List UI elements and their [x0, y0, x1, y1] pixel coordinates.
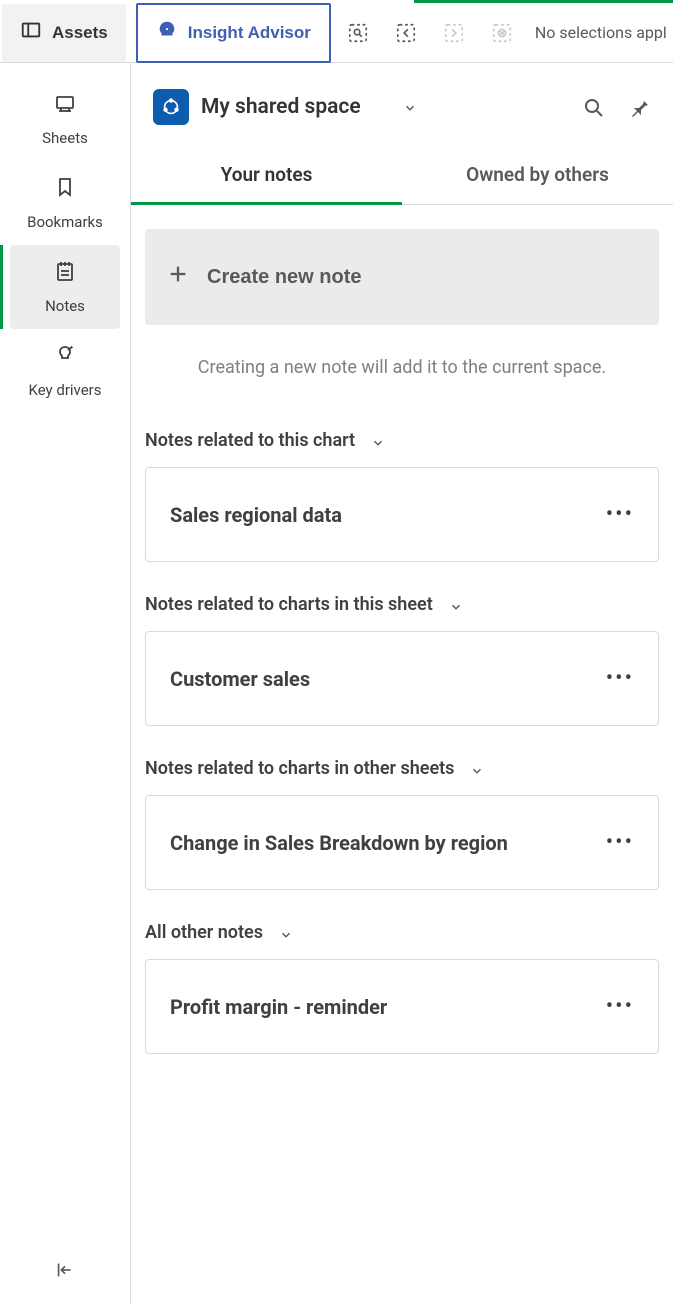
assets-label: Assets [52, 23, 108, 43]
note-more-icon[interactable]: ••• [606, 830, 634, 855]
top-toolbar: Assets Insight Advisor [0, 0, 673, 63]
sidebar-item-sheets[interactable]: Sheets [10, 77, 120, 161]
section-related-other-sheets: Notes related to charts in other sheets … [145, 754, 659, 890]
main: Sheets Bookmarks Notes [0, 63, 673, 1304]
collapse-sidebar-button[interactable] [0, 1236, 130, 1304]
section-header[interactable]: Notes related to charts in this sheet [145, 590, 659, 631]
clear-selections-icon [491, 22, 513, 44]
plus-icon [167, 263, 189, 291]
note-card[interactable]: Sales regional data ••• [145, 467, 659, 562]
section-title: All other notes [145, 922, 263, 943]
tab-label: Your notes [221, 163, 313, 186]
note-more-icon[interactable]: ••• [606, 994, 634, 1019]
sidebar-item-label: Notes [45, 297, 85, 315]
note-title: Profit margin - reminder [170, 995, 387, 1019]
space-title: My shared space [201, 95, 361, 119]
section-header[interactable]: Notes related to charts in other sheets [145, 754, 659, 795]
panel-icon [20, 19, 42, 46]
chevron-down-icon [371, 434, 385, 448]
tab-your-notes[interactable]: Your notes [131, 163, 402, 204]
note-title: Customer sales [170, 667, 310, 691]
section-related-chart: Notes related to this chart Sales region… [145, 426, 659, 562]
sidebar-item-label: Key drivers [28, 381, 101, 399]
section-header[interactable]: All other notes [145, 918, 659, 959]
tab-owned-by-others[interactable]: Owned by others [402, 163, 673, 204]
sidebar-item-key-drivers[interactable]: Key drivers [10, 329, 120, 413]
space-badge-icon [153, 89, 189, 125]
note-card[interactable]: Customer sales ••• [145, 631, 659, 726]
note-card[interactable]: Change in Sales Breakdown by region ••• [145, 795, 659, 890]
notes-icon [53, 259, 77, 287]
assets-tab[interactable]: Assets [2, 4, 126, 62]
pin-icon[interactable] [627, 95, 651, 119]
panel-header: My shared space [131, 63, 673, 135]
panel-body: Create new note Creating a new note will… [131, 205, 673, 1082]
insight-advisor-tab[interactable]: Insight Advisor [136, 3, 331, 63]
create-note-button[interactable]: Create new note [145, 229, 659, 325]
accent-strip [414, 0, 673, 3]
section-header[interactable]: Notes related to this chart [145, 426, 659, 467]
insight-label: Insight Advisor [188, 23, 311, 43]
note-card[interactable]: Profit margin - reminder ••• [145, 959, 659, 1054]
note-more-icon[interactable]: ••• [606, 502, 634, 527]
chevron-down-icon [470, 762, 484, 776]
section-all-other: All other notes Profit margin - reminder… [145, 918, 659, 1054]
space-dropdown[interactable] [403, 100, 417, 114]
step-forward-icon [443, 22, 465, 44]
sidebar-item-notes[interactable]: Notes [10, 245, 120, 329]
search-icon[interactable] [581, 95, 605, 119]
create-note-label: Create new note [207, 266, 361, 289]
selection-tools [347, 22, 513, 44]
sidebar-item-bookmarks[interactable]: Bookmarks [10, 161, 120, 245]
sidebar-item-label: Sheets [42, 129, 88, 147]
notes-panel: My shared space Your notes Owned by othe… [131, 63, 673, 1304]
sheet-icon [53, 91, 77, 119]
selections-text: No selections appl [535, 23, 667, 42]
section-title: Notes related to this chart [145, 430, 355, 451]
note-title: Sales regional data [170, 503, 342, 527]
notes-tabs: Your notes Owned by others [131, 163, 673, 205]
create-hint: Creating a new note will add it to the c… [145, 325, 659, 408]
sidebar: Sheets Bookmarks Notes [0, 63, 131, 1304]
insight-icon [156, 19, 178, 46]
sidebar-item-label: Bookmarks [27, 213, 103, 231]
tab-label: Owned by others [466, 163, 609, 186]
section-title: Notes related to charts in other sheets [145, 758, 454, 779]
step-back-icon[interactable] [395, 22, 417, 44]
key-drivers-icon [53, 343, 77, 371]
chevron-down-icon [279, 926, 293, 940]
section-title: Notes related to charts in this sheet [145, 594, 433, 615]
bookmark-icon [53, 175, 77, 203]
smart-search-icon[interactable] [347, 22, 369, 44]
chevron-down-icon [449, 598, 463, 612]
note-title: Change in Sales Breakdown by region [170, 831, 508, 855]
note-more-icon[interactable]: ••• [606, 666, 634, 691]
section-related-sheet: Notes related to charts in this sheet Cu… [145, 590, 659, 726]
